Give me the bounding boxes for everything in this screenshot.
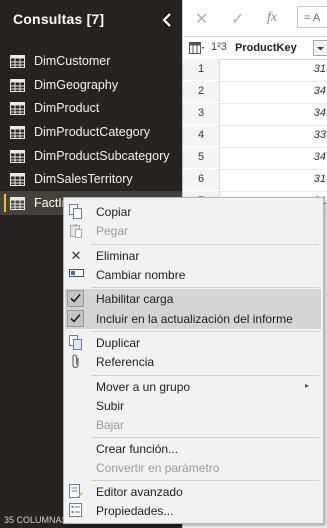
table-row[interactable]: 1 31 [183, 59, 327, 82]
query-label: DimSalesTerritory [34, 172, 133, 186]
cancel-icon[interactable]: ✕ [195, 9, 208, 29]
query-label: DimProduct [34, 101, 100, 115]
paste-icon [68, 223, 84, 239]
menu-item-editor-avanzado[interactable]: Editor avanzado [65, 482, 321, 502]
menu-label: Bajar [96, 418, 125, 432]
menu-item-incluir-actualizacion[interactable]: Incluir en la actualización del informe [65, 309, 321, 329]
menu-label: Eliminar [96, 249, 140, 263]
query-item-dimgeography[interactable]: DimGeography [0, 73, 182, 97]
row-number: 5 [183, 147, 220, 168]
query-label: DimCustomer [34, 54, 111, 68]
menu-item-crear-funcion[interactable]: Crear función... [65, 439, 321, 459]
cell-value: 34 [313, 85, 326, 97]
table-icon [10, 101, 25, 115]
menu-label: Referencia [96, 355, 155, 369]
checkbox-checked-icon [67, 310, 84, 327]
query-item-dimproductcategory[interactable]: DimProductCategory [0, 120, 182, 144]
cell-value: 31 [313, 173, 326, 185]
checkbox-checked-icon [67, 290, 84, 307]
table-row[interactable]: 2 34 [183, 81, 327, 104]
table-row[interactable]: 3 34 [183, 103, 327, 126]
rename-icon [68, 267, 84, 283]
table-icon [10, 149, 25, 163]
table-icon [10, 125, 25, 139]
menu-label: Incluir en la actualización del informe [96, 312, 293, 326]
menu-item-convertir-parametro[interactable]: Convertir en parámetro [65, 458, 321, 478]
menu-item-mover-grupo[interactable]: Mover a un grupo ▸ [65, 377, 321, 397]
formula-input[interactable]: = A [297, 6, 327, 28]
menu-label: Mover a un grupo [96, 380, 191, 394]
row-number: 3 [183, 103, 220, 124]
duplicate-icon [68, 335, 84, 351]
confirm-check-icon[interactable]: ✓ [231, 9, 244, 29]
column-filter-dropdown[interactable] [313, 40, 327, 56]
menu-label: Editor avanzado [96, 485, 183, 499]
query-item-dimcustomer[interactable]: DimCustomer [0, 49, 182, 73]
menu-separator [91, 331, 319, 332]
menu-label: Habilitar carga [96, 292, 174, 306]
selection-marker [4, 194, 6, 212]
table-icon [10, 54, 25, 68]
menu-item-subir[interactable]: Subir [65, 396, 321, 416]
menu-separator [91, 244, 319, 245]
properties-icon [68, 503, 84, 519]
column-type-icon[interactable]: 1²3 [211, 41, 227, 53]
menu-item-cambiar-nombre[interactable]: Cambiar nombre [65, 265, 321, 285]
row-number: 2 [183, 81, 220, 102]
query-item-dimproduct[interactable]: DimProduct [0, 96, 182, 120]
menu-item-bajar[interactable]: Bajar [65, 415, 321, 435]
table-row[interactable]: 5 34 [183, 147, 327, 170]
cell-value: 34 [313, 151, 326, 163]
advanced-editor-icon [68, 484, 84, 500]
query-item-dimsalesterritory[interactable]: DimSalesTerritory [0, 167, 182, 191]
query-label: DimGeography [34, 78, 119, 92]
menu-label: Cambiar nombre [96, 268, 186, 282]
queries-header: Consultas [7] [0, 0, 182, 40]
menu-item-eliminar[interactable]: ✕ Eliminar [65, 246, 321, 266]
cell-value: 31 [313, 63, 326, 75]
query-label: DimProductSubcategory [34, 149, 170, 163]
menu-item-pegar[interactable]: Pegar [65, 221, 321, 241]
menu-label: Pegar [96, 224, 129, 238]
menu-label: Duplicar [96, 336, 141, 350]
copy-icon [68, 204, 84, 220]
menu-item-propiedades[interactable]: Propiedades... [65, 501, 321, 521]
menu-separator [91, 480, 319, 481]
menu-label: Convertir en parámetro [96, 461, 220, 475]
grid-header: 1²3 ProductKey [183, 37, 327, 60]
table-row[interactable]: 6 31 [183, 169, 327, 192]
row-number: 1 [183, 59, 220, 80]
menu-item-duplicar[interactable]: Duplicar [65, 333, 321, 353]
menu-separator [91, 375, 319, 376]
menu-separator [91, 287, 319, 288]
menu-item-habilitar-carga[interactable]: Habilitar carga [65, 289, 321, 309]
table-icon [10, 172, 25, 186]
menu-label: Copiar [96, 205, 132, 219]
context-menu: Copiar Pegar ✕ Eliminar Cambiar nombre H… [63, 197, 324, 524]
row-number: 6 [183, 169, 220, 190]
menu-label: Subir [96, 399, 125, 413]
delete-x-icon: ✕ [70, 248, 82, 263]
query-label: DimProductCategory [34, 125, 151, 139]
column-header-productkey[interactable]: ProductKey [235, 42, 297, 54]
table-icon [10, 78, 25, 92]
reference-icon [68, 354, 84, 370]
menu-label: Propiedades... [96, 504, 174, 518]
menu-item-copiar[interactable]: Copiar [65, 202, 321, 222]
queries-title: Consultas [7] [13, 11, 105, 27]
query-item-dimproductsubcategory[interactable]: DimProductSubcategory [0, 144, 182, 168]
cell-value: 33 [313, 129, 326, 141]
row-number: 4 [183, 125, 220, 146]
cell-value: 34 [313, 107, 326, 119]
submenu-arrow-icon: ▸ [304, 381, 309, 390]
table-menu-icon[interactable] [189, 42, 205, 54]
chevron-left-icon[interactable] [157, 8, 177, 32]
fx-icon[interactable]: fx [267, 10, 277, 26]
menu-item-referencia[interactable]: Referencia [65, 352, 321, 372]
menu-label: Crear función... [96, 442, 179, 456]
table-icon [10, 196, 25, 210]
menu-separator [91, 437, 319, 438]
formula-bar: ✕ ✓ fx = A [183, 0, 327, 37]
table-row[interactable]: 4 33 [183, 125, 327, 148]
